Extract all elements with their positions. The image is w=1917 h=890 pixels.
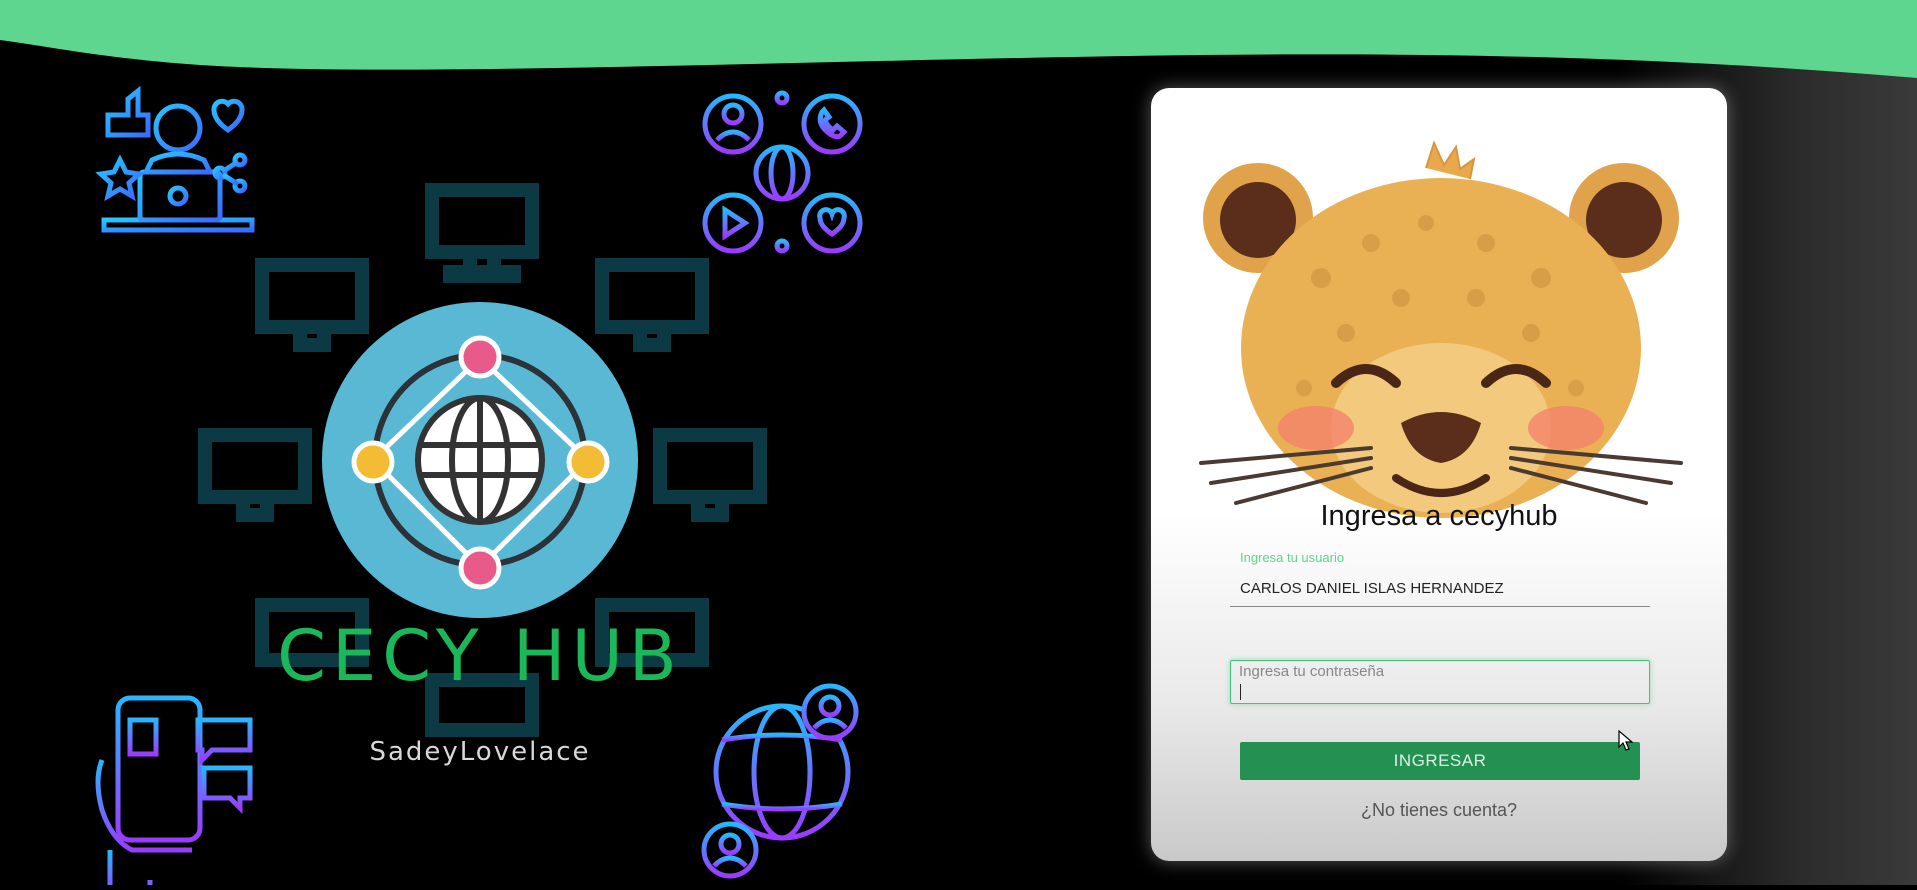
username-label: Ingresa tu usuario (1240, 550, 1345, 565)
mobile-chat-icon (95, 695, 253, 890)
globe-icon (322, 302, 638, 618)
cheetah-mascot-icon (1199, 140, 1683, 518)
login-card: Ingresa a cecyhub Ingresa tu usuario CAR… (1151, 88, 1727, 861)
signup-link[interactable]: ¿No tienes cuenta? (1151, 800, 1727, 821)
global-community-icon (701, 683, 859, 879)
password-label: Ingresa tu contraseña (1239, 663, 1385, 680)
mouse-cursor-icon (1618, 730, 1634, 751)
login-title: Ingresa a cecyhub (1320, 500, 1558, 532)
brand-subtitle: SadeyLovelace (369, 737, 591, 767)
remote-worker-icon (95, 85, 255, 251)
password-field[interactable]: Ingresa tu contraseña (1230, 660, 1650, 704)
network-contacts-icon (702, 90, 863, 254)
brand-title: CECY HUB (277, 615, 683, 697)
text-caret (1240, 684, 1241, 700)
username-value[interactable]: CARLOS DANIEL ISLAS HERNANDEZ (1240, 580, 1504, 597)
username-field[interactable]: Ingresa tu usuario CARLOS DANIEL ISLAS H… (1230, 550, 1650, 607)
login-button[interactable]: INGRESAR (1240, 742, 1640, 780)
